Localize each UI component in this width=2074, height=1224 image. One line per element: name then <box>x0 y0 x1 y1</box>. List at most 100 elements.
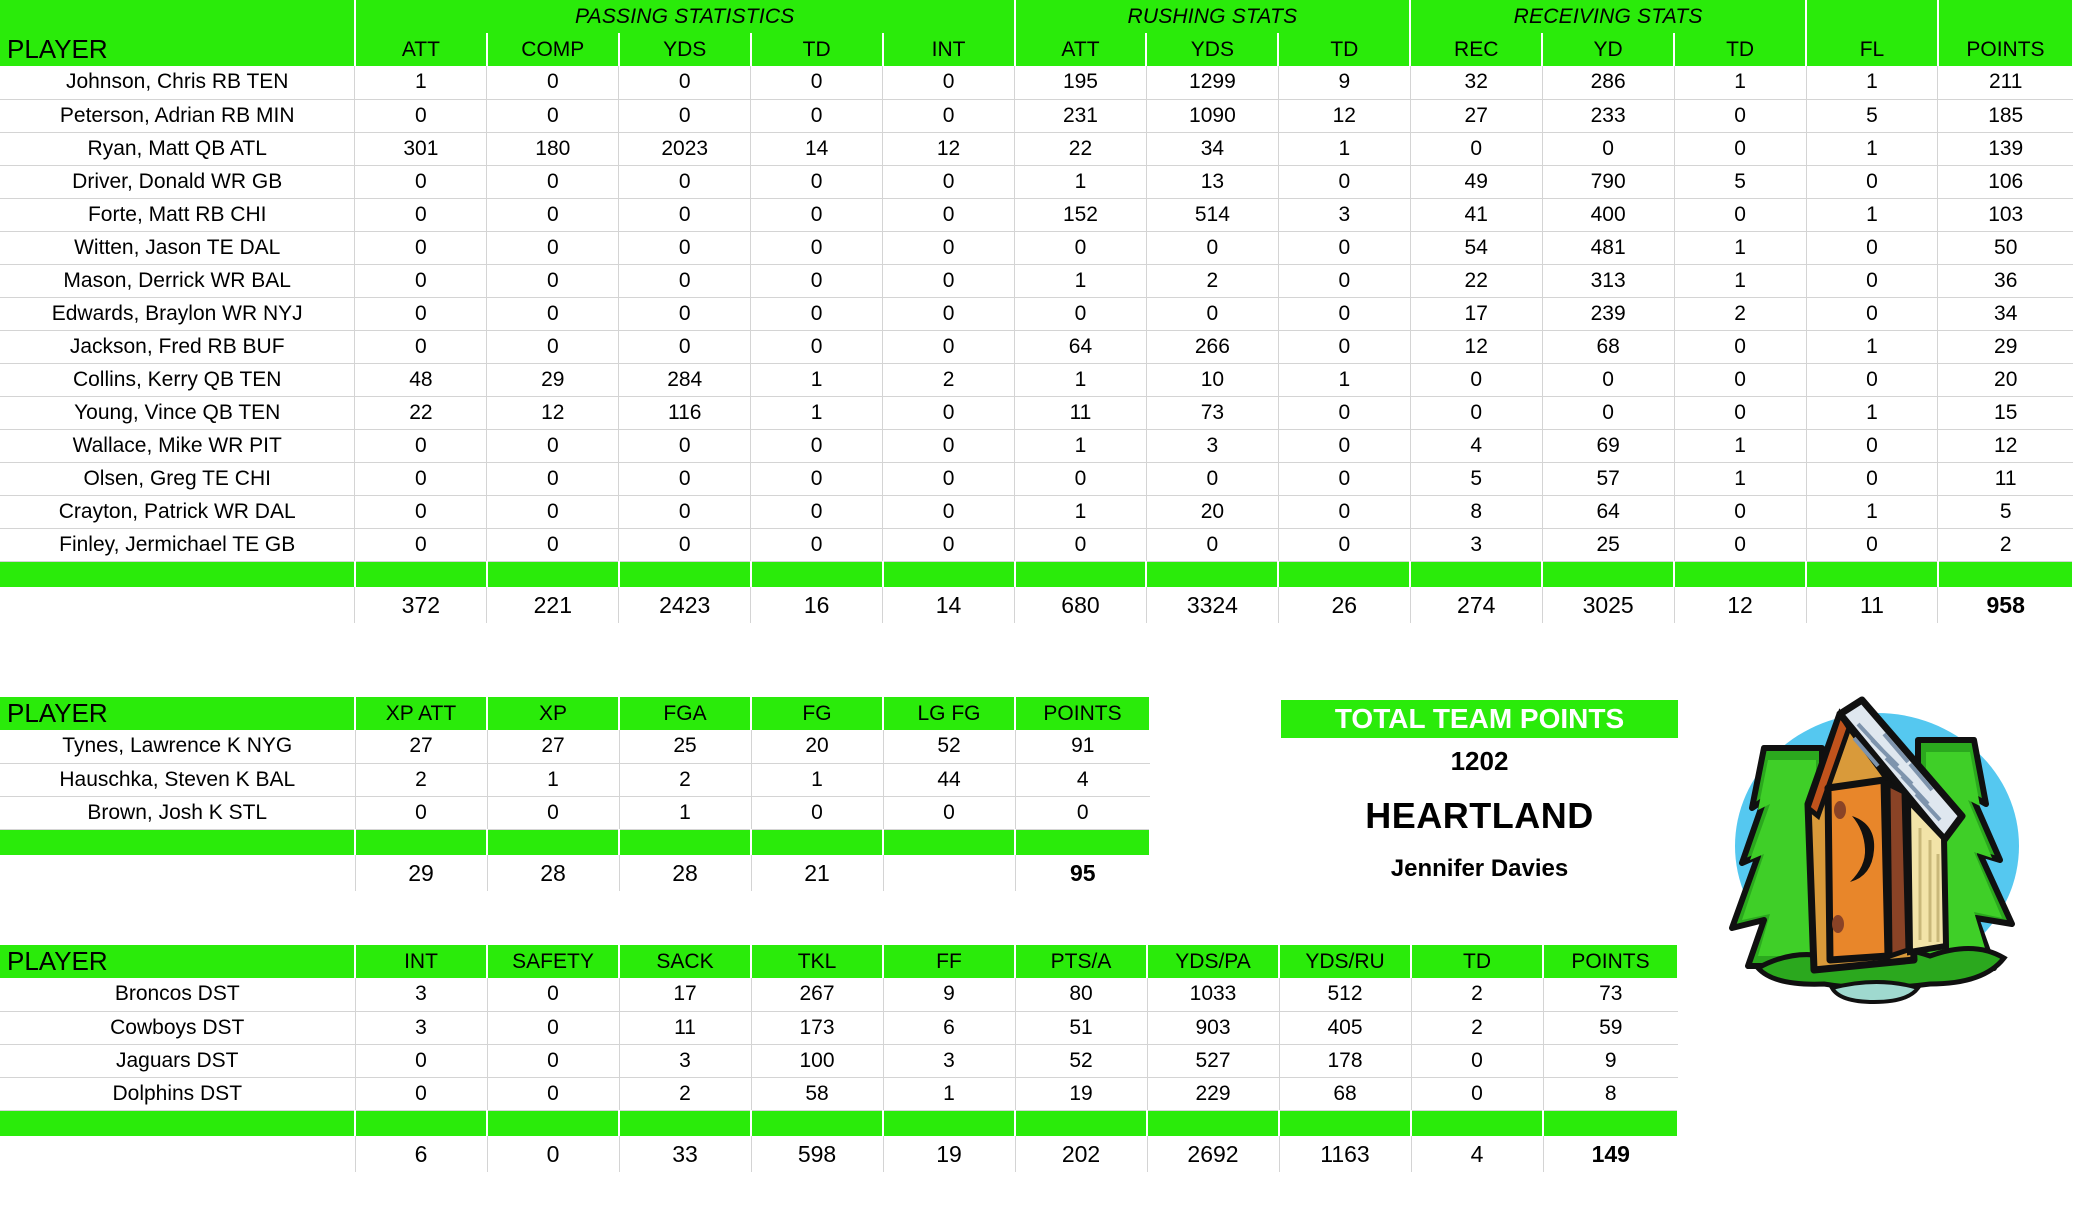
offense-cell-yds: 0 <box>618 264 752 298</box>
offense-cell-td: 1 <box>1674 429 1807 463</box>
offense-cell-comp: 12 <box>486 396 620 430</box>
kickers-col-xp-att[interactable]: XP ATT <box>355 697 488 730</box>
offense-cell-td: 0 <box>1278 264 1411 298</box>
offense-cell-td: 1 <box>1278 132 1411 166</box>
offense-cell-points: 12 <box>1937 429 2073 463</box>
offense-cell-int: 0 <box>882 330 1016 364</box>
defense-cell-points: 59 <box>1543 1011 1678 1045</box>
offense-cell-int: 0 <box>882 396 1016 430</box>
offense-col-pass-td[interactable]: TD <box>750 33 884 66</box>
offense-col-player[interactable]: PLAYER <box>0 33 356 66</box>
offense-cell-att: 22 <box>354 396 488 430</box>
table-row[interactable]: Hauschka, Steven K BAL 2 1 2 1 44 4 <box>0 763 1150 797</box>
offense-cell-comp: 180 <box>486 132 620 166</box>
table-row[interactable]: Jaguars DST 0 0 3 100 3 52 527 178 0 9 <box>0 1044 1678 1078</box>
offense-cell-rec: 27 <box>1410 99 1543 133</box>
table-row[interactable]: Forte, Matt RB CHI 0 0 0 0 0 152 514 3 41 400 0 1 103 <box>0 198 2073 232</box>
defense-col-player[interactable]: PLAYER <box>0 945 356 978</box>
table-row[interactable]: Mason, Derrick WR BAL 0 0 0 0 0 1 2 0 22 313 1 0 36 <box>0 264 2073 298</box>
table-row[interactable]: Witten, Jason TE DAL 0 0 0 0 0 0 0 0 54 481 1 0 50 <box>0 231 2073 265</box>
offense-cell-points: 103 <box>1937 198 2073 232</box>
offense-col-rush-td[interactable]: TD <box>1278 33 1412 66</box>
offense-col-pass-yds[interactable]: YDS <box>618 33 752 66</box>
offense-col-points[interactable]: POINTS <box>1937 33 2074 66</box>
kickers-col-fga[interactable]: FGA <box>619 697 752 730</box>
offense-col-pass-comp[interactable]: COMP <box>486 33 620 66</box>
defense-cell-sack: 11 <box>619 1011 752 1045</box>
table-row[interactable]: Driver, Donald WR GB 0 0 0 0 0 1 13 0 49 790 5 0 106 <box>0 165 2073 199</box>
table-row[interactable]: Finley, Jermichael TE GB 0 0 0 0 0 0 0 0 3 25 0 0 2 <box>0 528 2073 562</box>
offense-cell-fl: 1 <box>1806 198 1939 232</box>
offense-cell-td: 0 <box>1674 99 1807 133</box>
offense-cell-fl: 1 <box>1806 396 1939 430</box>
offense-cell-yds: 284 <box>618 363 752 397</box>
kickers-col-lg-fg[interactable]: LG FG <box>883 697 1016 730</box>
kickers-total-points: 95 <box>1069 859 1096 886</box>
defense-col-ptsa[interactable]: PTS/A <box>1015 945 1148 978</box>
offense-col-pass-int[interactable]: INT <box>882 33 1016 66</box>
table-row[interactable]: Olsen, Greg TE CHI 0 0 0 0 0 0 0 0 5 57 1 0 11 <box>0 462 2073 496</box>
offense-player-name: Crayton, Patrick WR DAL <box>0 495 356 529</box>
separator-cell <box>882 561 1016 587</box>
offense-col-rush-att[interactable]: ATT <box>1014 33 1148 66</box>
offense-cell-points: 20 <box>1937 363 2073 397</box>
table-row[interactable]: Crayton, Patrick WR DAL 0 0 0 0 0 1 20 0 8 64 0 1 5 <box>0 495 2073 529</box>
table-row[interactable]: Dolphins DST 0 0 2 58 1 19 229 68 0 8 <box>0 1077 1678 1111</box>
table-row[interactable]: Ryan, Matt QB ATL 301 180 2023 14 12 22 34 1 0 0 0 1… <box>0 132 2073 166</box>
kickers-col-xp[interactable]: XP <box>487 697 620 730</box>
defense-cell-safety: 0 <box>487 1011 620 1045</box>
offense-cell-yds: 0 <box>618 462 752 496</box>
offense-col-fl[interactable]: FL <box>1806 33 1939 66</box>
offense-total-td: 26 <box>1278 587 1411 623</box>
table-row[interactable]: Brown, Josh K STL 0 0 1 0 0 0 <box>0 796 1150 830</box>
offense-cell-fl: 0 <box>1806 528 1939 562</box>
defense-cell-safety: 0 <box>487 1077 620 1111</box>
offense-cell-comp: 0 <box>486 231 620 265</box>
kickers-col-points[interactable]: POINTS <box>1015 697 1151 730</box>
separator-cell <box>1674 561 1808 587</box>
defense-col-int[interactable]: INT <box>355 945 488 978</box>
offense-col-rec-yd[interactable]: YD <box>1542 33 1676 66</box>
total-team-points-panel: TOTAL TEAM POINTS 1202 HEARTLAND Jennife… <box>1281 700 1678 883</box>
defense-col-ff[interactable]: FF <box>883 945 1016 978</box>
kickers-col-player[interactable]: PLAYER <box>0 697 356 730</box>
birdhouse-cabin-icon <box>1729 696 2019 1005</box>
table-row[interactable]: Collins, Kerry QB TEN 48 29 284 1 2 1 10 1 0 0 0 0 20 <box>0 363 2073 397</box>
table-row[interactable]: Johnson, Chris RB TEN 1 0 0 0 0 195 1299 9 32 286 1… <box>0 66 2073 100</box>
table-row[interactable]: Jackson, Fred RB BUF 0 0 0 0 0 64 266 0 12 68 0 1 29 <box>0 330 2073 364</box>
kickers-col-fg[interactable]: FG <box>751 697 884 730</box>
table-row[interactable]: Broncos DST 3 0 17 267 9 80 1033 512 2 73 <box>0 978 1678 1012</box>
defense-col-safety[interactable]: SAFETY <box>487 945 620 978</box>
defense-col-ydsru[interactable]: YDS/RU <box>1279 945 1412 978</box>
offense-cell-int: 12 <box>882 132 1016 166</box>
defense-col-tkl[interactable]: TKL <box>751 945 884 978</box>
table-row[interactable]: Tynes, Lawrence K NYG 27 27 25 20 52 91 <box>0 730 1150 764</box>
defense-col-points[interactable]: POINTS <box>1543 945 1679 978</box>
offense-cell-td: 3 <box>1278 198 1411 232</box>
defense-cell-pts-a: 51 <box>1015 1011 1148 1045</box>
offense-col-rec[interactable]: REC <box>1410 33 1544 66</box>
offense-totals-label-blank <box>0 587 356 623</box>
offense-table-body: Johnson, Chris RB TEN 1 0 0 0 0 195 1299 9 32 286 1… <box>0 66 2074 623</box>
table-row[interactable]: Cowboys DST 3 0 11 173 6 51 903 405 2 59 <box>0 1011 1678 1045</box>
separator-cell <box>355 829 488 855</box>
offense-col-rush-yds[interactable]: YDS <box>1146 33 1280 66</box>
defense-col-td[interactable]: TD <box>1411 945 1544 978</box>
offense-player-name: Ryan, Matt QB ATL <box>0 132 356 166</box>
defense-col-sack[interactable]: SACK <box>619 945 752 978</box>
separator-cell <box>0 1110 356 1136</box>
offense-total-att: 680 <box>1014 587 1147 623</box>
table-row[interactable]: Wallace, Mike WR PIT 0 0 0 0 0 1 3 0 4 69 1 0 12 <box>0 429 2073 463</box>
defense-player-name: Dolphins DST <box>0 1077 356 1111</box>
table-row[interactable]: Peterson, Adrian RB MIN 0 0 0 0 0 231 1090 12 27 2… <box>0 99 2073 133</box>
offense-cell-points: 106 <box>1937 165 2073 199</box>
offense-cell-att: 0 <box>354 99 488 133</box>
table-row[interactable]: Young, Vince QB TEN 22 12 116 1 0 11 73 0 0 0 0 1 15 <box>0 396 2073 430</box>
offense-col-rec-td[interactable]: TD <box>1674 33 1808 66</box>
offense-cell-yds: 0 <box>1146 462 1279 496</box>
offense-col-pass-att[interactable]: ATT <box>354 33 488 66</box>
defense-totals-label-blank <box>0 1136 356 1172</box>
offense-player-name: Forte, Matt RB CHI <box>0 198 356 232</box>
table-row[interactable]: Edwards, Braylon WR NYJ 0 0 0 0 0 0 0 0 17 239 2 0 34 <box>0 297 2073 331</box>
defense-col-ydspa[interactable]: YDS/PA <box>1147 945 1280 978</box>
